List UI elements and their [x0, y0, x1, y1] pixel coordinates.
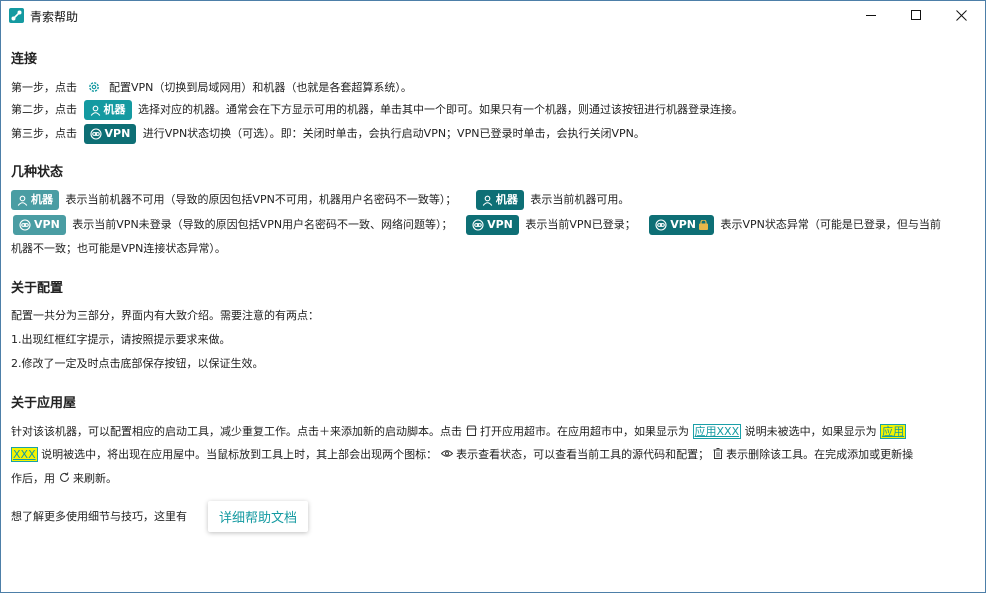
detailed-help-doc-link[interactable]: 详细帮助文档	[208, 501, 308, 532]
apps-text-8: 来刷新。	[73, 472, 117, 485]
connect-step3-text: 进行VPN状态切换（可选）。即：关闭时单击，会执行启动VPN；VPN已登录时单击…	[142, 127, 645, 140]
vpn-abnormal-tag-label: VPN	[670, 218, 697, 231]
connect-step2: 第二步，点击 机器 选择对应的机器。通常会在下方显示可用的机器，单击其中一个即可…	[11, 100, 743, 120]
machine-button[interactable]: 机器	[83, 100, 132, 120]
gear-icon	[88, 82, 99, 92]
section-heading-connect: 连接	[11, 52, 38, 67]
connect-step1-prefix: 第一步，点击	[11, 81, 77, 94]
link-icon	[655, 219, 667, 231]
machine-available-text: 表示当前机器可用。	[530, 193, 630, 206]
section-heading-config: 关于配置	[11, 281, 64, 296]
connect-step1: 第一步，点击 配置VPN（切换到局域网用）和机器（也就是各套超算系统）。	[11, 80, 412, 95]
store-icon	[465, 425, 477, 436]
machine-unavailable-text: 表示当前机器不可用（导致的原因包括VPN不可用，机器用户名密码不一致等）；	[65, 193, 457, 206]
apps-text-2: 打开应用超市。在应用超市中，如果显示为	[480, 425, 689, 438]
user-icon	[17, 195, 28, 206]
app-selected-sample-cont: XXX	[11, 447, 38, 462]
apps-text-7: 作后，用	[11, 472, 55, 485]
connect-step3-prefix: 第三步，点击	[11, 127, 77, 140]
machine-unavailable-tag: 机器	[11, 190, 59, 210]
close-button[interactable]	[938, 0, 984, 31]
link-icon	[472, 219, 484, 231]
config-point2: 2.修改了一定及时点击底部保存按钮，以保证生效。	[11, 357, 264, 370]
connect-step1-text: 配置VPN（切换到局域网用）和机器（也就是各套超算系统）。	[109, 81, 412, 94]
link-icon	[19, 219, 31, 231]
apps-text-5: 表示查看状态，可以查看当前工具的源代码和配置；	[456, 448, 710, 461]
vpn-button-label: VPN	[104, 127, 131, 140]
config-intro: 配置一共分为三部分，界面内有大致介绍。需要注意的有两点：	[11, 309, 319, 322]
vpn-logged-tag-label: VPN	[487, 218, 513, 231]
section-heading-apps: 关于应用屋	[11, 396, 77, 411]
section-heading-states: 几种状态	[11, 165, 64, 180]
connect-step3: 第三步，点击 VPN 进行VPN状态切换（可选）。即：关闭时单击，会执行启动VP…	[11, 124, 645, 144]
eye-icon	[440, 450, 453, 457]
apps-text-3: 说明未被选中，如果显示为	[744, 425, 877, 438]
vpn-not-logged-text: 表示当前VPN未登录（导致的原因包括VPN用户名密码不一致、网络问题等）；	[72, 218, 453, 231]
maximize-icon	[910, 10, 921, 20]
connect-step2-text: 选择对应的机器。通常会在下方显示可用的机器，单击其中一个即可。如果只有一个机器，…	[138, 103, 743, 116]
machine-available-tag: 机器	[475, 190, 524, 210]
close-icon	[955, 10, 967, 21]
title-bar: 青索帮助	[0, 0, 984, 31]
apps-line1: 针对该该机器，可以配置相应的启动工具，减少重复工作。点击＋来添加新的启动脚本。点…	[11, 424, 907, 439]
vpn-not-logged-tag: VPN	[13, 215, 66, 235]
vpn-logged-tag: VPN	[466, 215, 519, 235]
states-line3: 机器不一致；也可能是VPN连接状态异常）。	[11, 242, 226, 256]
user-icon	[482, 195, 493, 206]
machine-button-label: 机器	[103, 103, 126, 116]
user-icon	[90, 105, 100, 116]
link-icon	[89, 128, 102, 140]
config-point1: 1.出现红框红字提示，请按照提示要求来做。	[11, 333, 231, 346]
maximize-button[interactable]	[893, 0, 939, 31]
vpn-logged-text: 表示当前VPN已登录；	[525, 218, 636, 231]
more-help-text: 想了解更多使用细节与技巧，这里有	[11, 510, 187, 523]
machine-available-tag-label: 机器	[495, 193, 518, 206]
connect-step2-prefix: 第二步，点击	[11, 103, 77, 116]
apps-text-4: 说明被选中，将出现在应用屋中。当鼠标放到工具上时，其上部会出现两个图标：	[41, 448, 438, 461]
vpn-not-logged-tag-label: VPN	[34, 218, 60, 231]
vpn-abnormal-tag: VPN	[649, 215, 715, 235]
window-title: 青索帮助	[30, 10, 79, 24]
refresh-icon	[59, 472, 69, 482]
vpn-abnormal-text-cont: 机器不一致；也可能是VPN连接状态异常）。	[11, 242, 226, 255]
lock-icon	[699, 220, 709, 230]
apps-line3: 作后，用 来刷新。	[11, 472, 117, 486]
app-unselected-sample: 应用XXX	[692, 424, 742, 439]
states-line1: 机器 表示当前机器不可用（导致的原因包括VPN不可用，机器用户名密码不一致等）；…	[11, 190, 629, 210]
machine-unavailable-tag-label: 机器	[31, 193, 53, 206]
minimize-button[interactable]	[848, 0, 894, 31]
app-logo-icon	[9, 8, 24, 23]
vpn-abnormal-text: 表示VPN状态异常（可能是已登录，但与当前	[720, 218, 941, 231]
apps-text-1: 针对该该机器，可以配置相应的启动工具，减少重复工作。点击＋来添加新的启动脚本。点…	[11, 425, 462, 438]
states-line2: VPN 表示当前VPN未登录（导致的原因包括VPN用户名密码不一致、网络问题等）…	[11, 215, 941, 235]
apps-text-6: 表示删除该工具。在完成添加或更新操	[726, 448, 914, 461]
trash-icon	[713, 448, 723, 459]
minimize-icon	[865, 15, 876, 16]
apps-line2: XXX 说明被选中，将出现在应用屋中。当鼠标放到工具上时，其上部会出现两个图标：…	[11, 447, 914, 462]
vpn-button[interactable]: VPN	[83, 124, 137, 144]
app-selected-sample: 应用	[880, 424, 907, 439]
